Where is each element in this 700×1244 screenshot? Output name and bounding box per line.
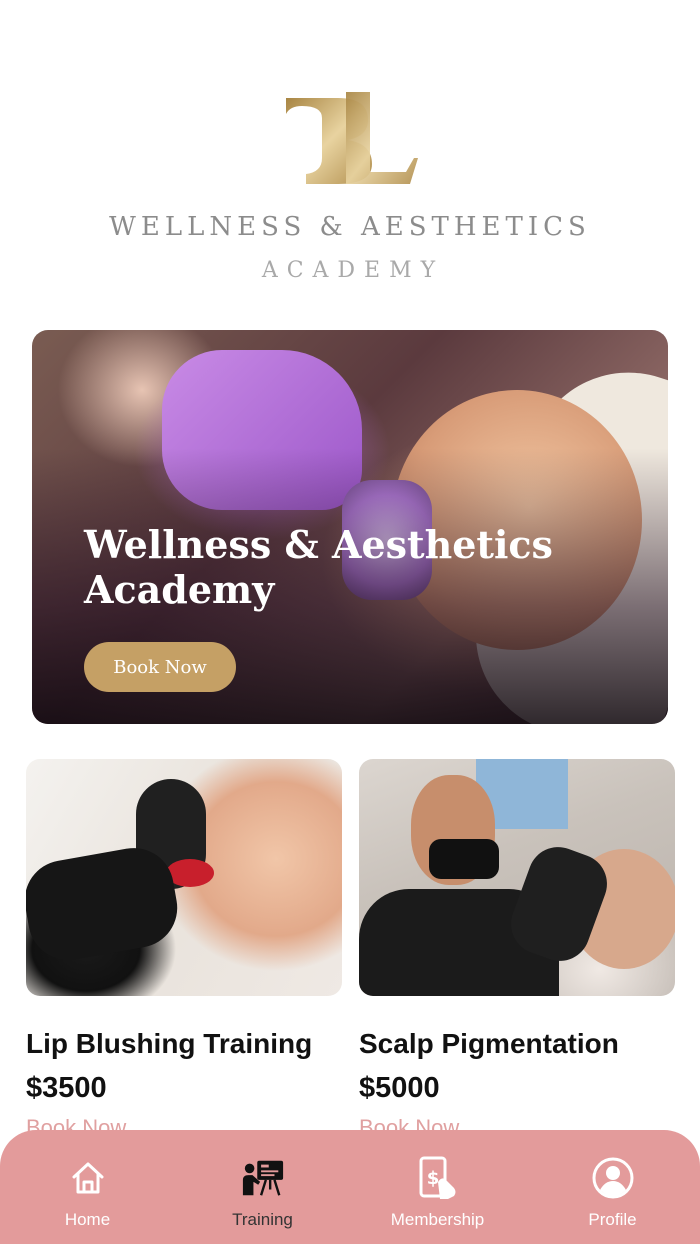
monogram-icon: [286, 92, 418, 184]
nav-label-home: Home: [64, 1210, 111, 1229]
nav-item-training[interactable]: Training: [175, 1130, 350, 1244]
bottom-nav: Home Training $ Membership Profile: [0, 1130, 700, 1244]
profile-icon: [591, 1156, 635, 1200]
course-image-mask: [429, 839, 499, 879]
membership-icon: $: [416, 1156, 460, 1200]
brand-subtitle: ACADEMY: [261, 258, 445, 283]
home-icon: [66, 1156, 110, 1200]
brand-name: WELLNESS & AESTHETICS: [109, 212, 591, 242]
course-price: $5000: [359, 1072, 440, 1104]
brand-logo: [276, 88, 424, 188]
course-image-hand: [26, 841, 184, 967]
nav-item-membership[interactable]: $ Membership: [350, 1130, 525, 1244]
course-title: Lip Blushing Training: [26, 1028, 313, 1059]
course-image[interactable]: [26, 759, 342, 996]
course-image[interactable]: [359, 759, 675, 996]
nav-item-profile[interactable]: Profile: [525, 1130, 700, 1244]
svg-text:$: $: [426, 1168, 439, 1189]
course-price: $3500: [26, 1072, 107, 1104]
nav-label-training: Training: [232, 1210, 293, 1229]
course-title: Scalp Pigmentation: [359, 1028, 619, 1059]
nav-label-profile: Profile: [588, 1210, 637, 1229]
nav-label-membership: Membership: [390, 1210, 485, 1229]
book-now-button[interactable]: Book Now: [84, 642, 236, 692]
nav-item-home[interactable]: Home: [0, 1130, 175, 1244]
training-icon: [241, 1156, 285, 1200]
course-card[interactable]: Lip Blushing Training $3500 Book Now: [26, 759, 342, 1135]
hero-title: Wellness & Aesthetics Academy: [84, 522, 553, 612]
hero-banner[interactable]: Wellness & Aesthetics Academy Book Now: [32, 330, 668, 724]
course-card[interactable]: Scalp Pigmentation $5000 Book Now: [359, 759, 675, 1135]
